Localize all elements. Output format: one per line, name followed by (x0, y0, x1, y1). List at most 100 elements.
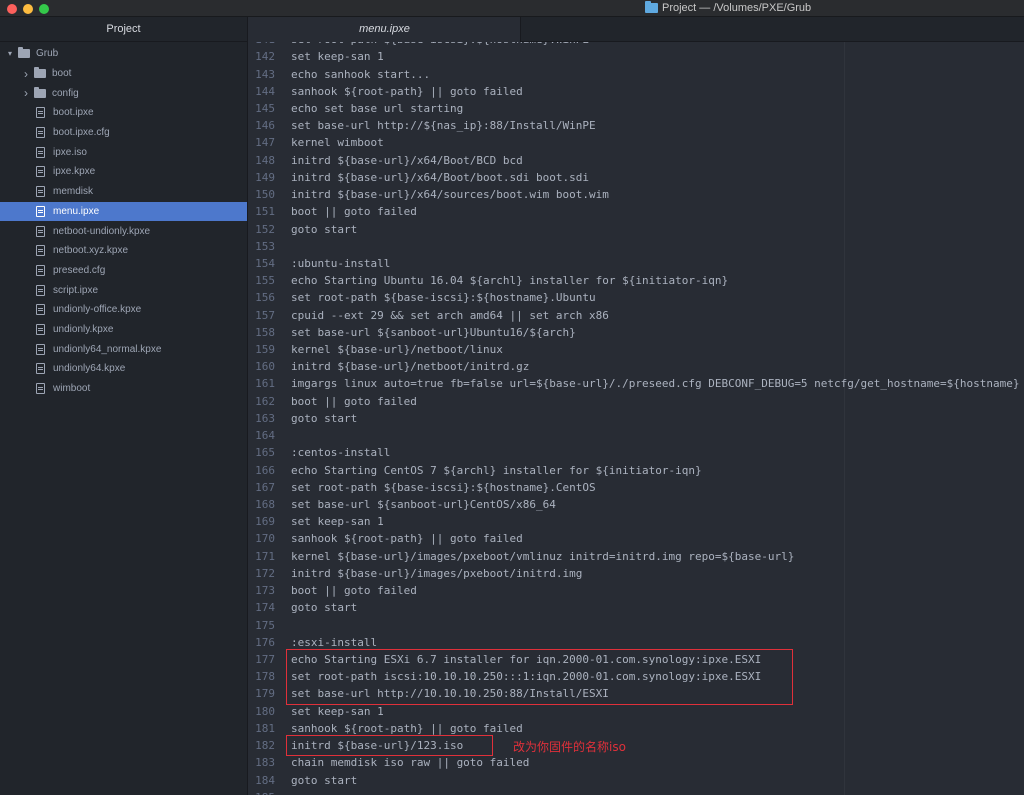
code-line: 144 sanhook ${root-path} || goto failed (249, 83, 1024, 100)
code-text: boot || goto failed (291, 394, 417, 408)
code-line: 154:ubuntu-install (249, 255, 1024, 272)
folder-icon (18, 47, 30, 59)
tree-item-label: ipxe.iso (53, 146, 87, 158)
tree-item-label: memdisk (53, 186, 94, 198)
maximize-window-button[interactable] (39, 4, 49, 14)
tree-file[interactable]: undionly64.kpxe (0, 359, 247, 379)
code-line: 175 (249, 616, 1024, 633)
line-number: 177 (255, 652, 275, 666)
code-text: cpuid --ext 29 && set arch amd64 || set … (291, 308, 609, 322)
tree-root-grub[interactable]: ▾ Grub (0, 44, 247, 64)
line-number: 156 (255, 291, 275, 305)
annotation-note: 改为你固件的名称iso (513, 740, 626, 754)
line-number: 183 (255, 756, 275, 770)
code-text: goto start (291, 411, 358, 425)
code-line: 185 (249, 789, 1024, 795)
project-sidebar: Project ▾ Grub › boot › config boot.ipxe boot… (0, 17, 248, 795)
code-line: 173 boot || goto failed (249, 582, 1024, 599)
line-number: 182 (255, 739, 275, 753)
tree-item-label: boot.ipxe (53, 107, 94, 119)
line-number: 178 (255, 670, 275, 684)
tree-file[interactable]: ipxe.kpxe (0, 162, 247, 182)
line-number: 181 (255, 721, 275, 735)
code-text: initrd ${base-url}/x64/Boot/boot.sdi boo… (291, 170, 590, 184)
tree-item-label: undionly64_normal.kpxe (53, 343, 162, 355)
code-line: 160 initrd ${base-url}/netboot/initrd.gz (249, 358, 1024, 375)
code-editor[interactable]: 141 set root-path ${base-iscsi}:${hostnam… (249, 42, 1024, 795)
tree-file[interactable]: preseed.cfg (0, 261, 247, 281)
tree-file[interactable]: ipxe.iso (0, 142, 247, 162)
tab-bar: menu.ipxe (249, 17, 1024, 42)
code-line: 162 boot || goto failed (249, 393, 1024, 410)
line-number: 165 (255, 446, 275, 460)
tree-file[interactable]: script.ipxe (0, 280, 247, 300)
code-line: 146 set base-url http://${nas_ip}:88/Inst… (249, 117, 1024, 134)
chevron-right-icon[interactable]: › (20, 67, 32, 81)
code-line: 164 (249, 427, 1024, 444)
tab-menu-ipxe[interactable]: menu.ipxe (249, 17, 521, 42)
line-number: 170 (255, 532, 275, 546)
code-text: set root-path ${base-iscsi}:${hostname}.… (291, 291, 596, 305)
tree-item-label: undionly.kpxe (53, 323, 114, 335)
code-line: 184 goto start (249, 771, 1024, 788)
minimize-window-button[interactable] (23, 4, 33, 14)
tree-file[interactable]: boot.ipxe (0, 103, 247, 123)
close-window-button[interactable] (7, 4, 17, 14)
code-text: initrd ${base-url}/x64/Boot/BCD bcd (291, 153, 523, 167)
code-line: 148 initrd ${base-url}/x64/Boot/BCD bcd (249, 152, 1024, 169)
tree-item-label: script.ipxe (53, 284, 99, 296)
line-number: 173 (255, 584, 275, 598)
code-line: 163 goto start (249, 410, 1024, 427)
tree-file[interactable]: undionly.kpxe (0, 320, 247, 340)
tree-item-label: netboot-undionly.kpxe (53, 225, 151, 237)
code-text: goto start (291, 601, 358, 615)
line-number: 174 (255, 601, 275, 615)
code-line: 165:centos-install (249, 444, 1024, 461)
tree-file[interactable]: wimboot (0, 379, 247, 399)
code-text: sanhook ${root-path} || goto failed (291, 532, 523, 546)
file-icon (36, 383, 45, 395)
code-line: 150 initrd ${base-url}/x64/sources/boot.w… (249, 186, 1024, 203)
tree-item-label: netboot.xyz.kpxe (53, 245, 129, 257)
file-icon (36, 323, 45, 335)
tree-file[interactable]: undionly-office.kpxe (0, 300, 247, 320)
chevron-right-icon[interactable]: › (20, 86, 32, 100)
file-icon (36, 284, 45, 296)
tree-file[interactable]: netboot.xyz.kpxe (0, 241, 247, 261)
tree-root-label: Grub (36, 48, 59, 60)
code-text: echo Starting Ubuntu 16.04 ${archl} inst… (291, 274, 729, 288)
code-text: boot || goto failed (291, 584, 417, 598)
tree-file[interactable]: memdisk (0, 182, 247, 202)
tree-file[interactable]: netboot-undionly.kpxe (0, 221, 247, 241)
tree-item-label: undionly-office.kpxe (53, 304, 142, 316)
line-number: 162 (255, 394, 275, 408)
line-number: 172 (255, 566, 275, 580)
file-tree: ▾ Grub › boot › config boot.ipxe boot.ipxe.cf… (0, 42, 247, 398)
line-number: 161 (255, 377, 275, 391)
file-icon (36, 146, 45, 158)
tree-folder[interactable]: › config (0, 83, 247, 103)
tab-label: menu.ipxe (359, 23, 410, 35)
file-icon (36, 205, 45, 217)
line-number: 169 (255, 515, 275, 529)
code-text: set base-url http://${nas_ip}:88/Install… (291, 119, 596, 133)
line-number: 184 (255, 773, 275, 787)
code-line: 143 echo sanhook start... (249, 65, 1024, 82)
code-line: 167 set root-path ${base-iscsi}:${hostnam… (249, 479, 1024, 496)
line-number: 160 (255, 360, 275, 374)
tree-folder[interactable]: › boot (0, 64, 247, 84)
tree-file[interactable]: boot.ipxe.cfg (0, 123, 247, 143)
code-text: set keep-san 1 (291, 704, 384, 718)
code-line: 151 boot || goto failed (249, 203, 1024, 220)
tree-file[interactable]: menu.ipxe (0, 201, 247, 222)
line-number: 167 (255, 480, 275, 494)
code-line: 161 imgargs linux auto=true fb=false url=… (249, 375, 1024, 392)
line-number: 141 (249, 42, 275, 46)
line-number: 154 (255, 256, 275, 270)
tree-item-label: config (52, 87, 79, 99)
code-line: 168 set base-url ${sanboot-url}CentOS/x86… (249, 496, 1024, 513)
line-number: 151 (255, 205, 275, 219)
tree-file[interactable]: undionly64_normal.kpxe (0, 339, 247, 359)
folder-icon (34, 67, 46, 79)
code-text: sanhook ${root-path} || goto failed (291, 84, 523, 98)
